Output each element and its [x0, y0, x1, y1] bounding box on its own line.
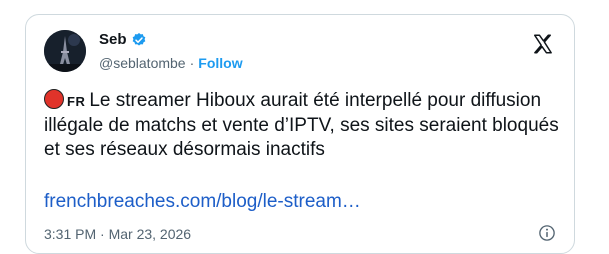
tweet-card[interactable]: Seb @seblatombe · Follow FR Le streamer H…: [25, 14, 575, 254]
follow-button[interactable]: Follow: [198, 55, 242, 71]
avatar[interactable]: [44, 30, 86, 72]
tweet-body: Le streamer Hiboux aurait été interpellé…: [44, 90, 559, 160]
tweet-text: FR Le streamer Hiboux aurait été interpel…: [44, 89, 564, 162]
handle-row: @seblatombe · Follow: [99, 55, 243, 71]
x-logo-icon[interactable]: [532, 33, 554, 55]
red-circle-emoji-icon: [44, 89, 64, 109]
author-handle[interactable]: @seblatombe: [99, 55, 186, 71]
author-name[interactable]: Seb: [99, 31, 127, 48]
separator: ·: [189, 55, 195, 71]
tweet-link[interactable]: frenchbreaches.com/blog/le-stream…: [44, 191, 361, 213]
timestamp[interactable]: 3:31 PM · Mar 23, 2026: [44, 226, 191, 242]
verified-badge-icon: [131, 32, 147, 48]
author-name-row[interactable]: Seb: [99, 31, 147, 48]
flag-code: FR: [67, 94, 86, 109]
info-icon[interactable]: [538, 224, 556, 242]
